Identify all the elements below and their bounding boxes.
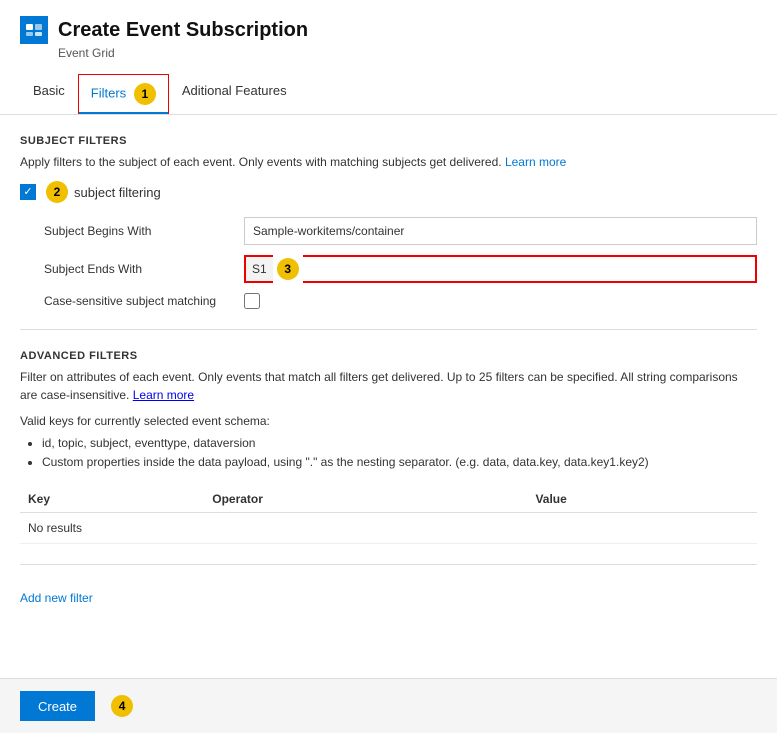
tab-basic[interactable]: Basic [20, 74, 78, 114]
subject-ends-input-group: S1 3 [244, 255, 757, 283]
subject-filters-desc: Apply filters to the subject of each eve… [20, 153, 757, 171]
subject-ends-input[interactable] [303, 255, 757, 283]
filter-table: Key Operator Value No results [20, 486, 757, 544]
subject-ends-prefix: S1 [244, 255, 273, 283]
enable-subject-filtering-checkbox[interactable]: ✓ [20, 184, 36, 200]
subject-ends-row: Subject Ends With S1 3 [20, 255, 757, 283]
tabs-container: Basic Filters 1 Aditional Features [0, 74, 777, 115]
add-filter-link[interactable]: Add new filter [20, 591, 93, 605]
col-operator: Operator [204, 486, 527, 513]
subject-begins-input[interactable] [244, 217, 757, 245]
col-value: Value [527, 486, 757, 513]
subject-ends-badge: 3 [277, 258, 299, 280]
advanced-filters-title: ADVANCED FILTERS [20, 350, 757, 362]
page-title: Create Event Subscription [58, 19, 308, 42]
subject-begins-label: Subject Begins With [44, 224, 244, 238]
section-divider [20, 329, 757, 330]
event-grid-icon [20, 16, 48, 44]
main-content: SUBJECT FILTERS Apply filters to the sub… [0, 115, 777, 678]
page-footer: Create 4 [0, 678, 777, 733]
enable-subject-filtering-row: ✓ 2 subject filtering [20, 181, 757, 203]
advanced-filters-desc: Filter on attributes of each event. Only… [20, 368, 757, 404]
tab-filters-badge: 1 [134, 83, 156, 105]
tab-additional[interactable]: Aditional Features [169, 74, 300, 114]
subject-filters-title: SUBJECT FILTERS [20, 135, 757, 147]
case-sensitive-checkbox[interactable] [244, 293, 260, 309]
subject-ends-label: Subject Ends With [44, 262, 244, 276]
case-sensitive-label: Case-sensitive subject matching [44, 294, 244, 308]
advanced-filters-learn-more[interactable]: Learn more [133, 388, 194, 402]
subject-filters-learn-more[interactable]: Learn more [505, 155, 566, 169]
page-subtitle: Event Grid [58, 46, 757, 60]
enable-subject-filtering-label: subject filtering [74, 185, 161, 200]
valid-keys-item-2: Custom properties inside the data payloa… [42, 453, 757, 472]
create-button-badge: 4 [111, 695, 133, 717]
no-results-row: No results [20, 513, 757, 544]
no-results-cell: No results [20, 513, 757, 544]
subject-begins-row: Subject Begins With [20, 217, 757, 245]
valid-keys-item-1: id, topic, subject, eventtype, dataversi… [42, 434, 757, 453]
page-wrapper: Create Event Subscription Event Grid Bas… [0, 0, 777, 733]
case-sensitive-row: Case-sensitive subject matching [20, 293, 757, 309]
valid-keys-list: id, topic, subject, eventtype, dataversi… [20, 434, 757, 472]
valid-keys-label: Valid keys for currently selected event … [20, 414, 757, 428]
page-header: Create Event Subscription Event Grid [0, 0, 777, 64]
tab-filters[interactable]: Filters 1 [78, 74, 169, 114]
create-button[interactable]: Create [20, 691, 95, 721]
col-key: Key [20, 486, 204, 513]
enable-checkbox-badge: 2 [46, 181, 68, 203]
table-divider [20, 564, 757, 565]
